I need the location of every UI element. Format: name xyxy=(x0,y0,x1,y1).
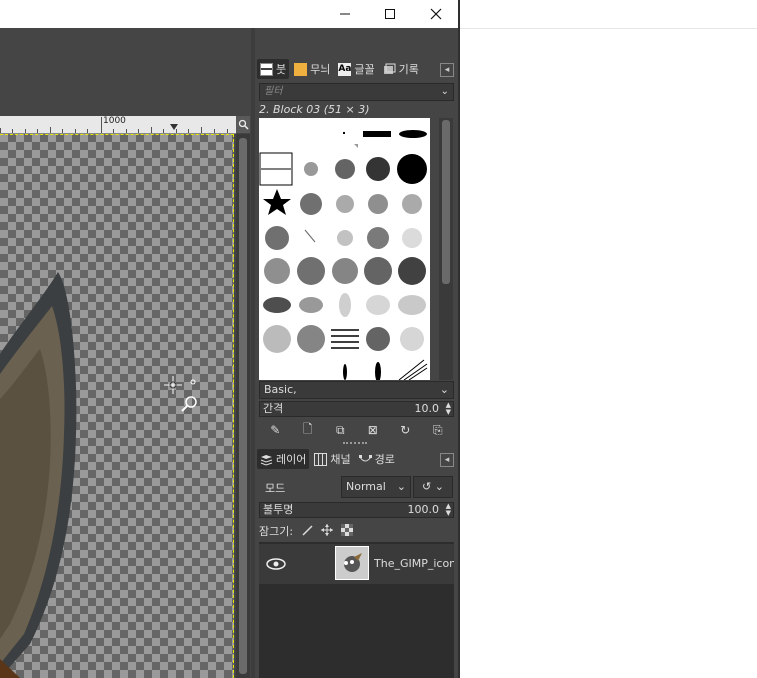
duplicate-brush-button[interactable]: ⧉ xyxy=(332,422,348,438)
layer-mode-select[interactable]: Normal ⌄ xyxy=(341,476,411,498)
open-as-image-icon: ⎘ xyxy=(432,422,443,437)
edit-icon: ✎ xyxy=(270,423,281,437)
minimize-icon xyxy=(340,13,350,15)
layers-dock-menu-button[interactable]: ◂ xyxy=(440,453,454,467)
eye-icon[interactable] xyxy=(265,554,286,574)
tab-paths[interactable]: 경로 xyxy=(356,449,398,469)
channels-tab-icon xyxy=(314,452,328,466)
chevron-down-icon: ⌄ xyxy=(440,86,449,97)
font-tab-icon: Aa xyxy=(338,62,352,76)
duplicate-icon: ⧉ xyxy=(335,422,345,437)
new-brush-button[interactable]: 🗋 xyxy=(300,422,316,438)
layer-thumbnail xyxy=(335,546,369,580)
opacity-spinner[interactable]: 불투명 100.0 ▲ ▼ xyxy=(259,502,454,518)
tab-channels[interactable]: 채널 xyxy=(311,449,353,469)
maximize-icon xyxy=(385,9,395,19)
tab-history[interactable]: 기록 xyxy=(380,59,422,79)
lock-position-icon[interactable] xyxy=(321,523,334,539)
spin-arrows-icon[interactable]: ▲ ▼ xyxy=(446,503,451,517)
mode-switch-button[interactable]: ↺ ⌄ xyxy=(413,476,453,498)
tab-brushes[interactable]: 붓 xyxy=(257,59,290,79)
edit-brush-button[interactable]: ✎ xyxy=(267,422,283,438)
refresh-icon: ↻ xyxy=(400,423,411,437)
refresh-brushes-button[interactable]: ↻ xyxy=(397,422,413,438)
layer-boundary-top xyxy=(0,134,234,135)
brush-filter-input[interactable]: 필터 ⌄ xyxy=(259,83,454,101)
tab-fonts[interactable]: Aa 글꼴 xyxy=(335,59,377,79)
brush-grid[interactable] xyxy=(259,118,430,380)
new-document-icon: 🗋 xyxy=(302,421,313,436)
layers-tab-icon xyxy=(260,453,273,466)
tab-patterns[interactable]: 무늬 xyxy=(291,59,333,79)
magnifier-icon xyxy=(238,119,249,130)
layers-tab-row: 레이어 채널 경로 xyxy=(257,448,398,470)
history-tab-icon xyxy=(383,63,396,76)
dock-panel: 붓 무늬 Aa 글꼴 기록 ◂ 필터 ⌄ 2. Block 03 (51 × 3… xyxy=(255,28,458,678)
minimize-button[interactable] xyxy=(322,0,368,28)
background-window xyxy=(460,0,757,678)
brushes-dock-menu-button[interactable]: ◂ xyxy=(440,63,454,77)
tag-selector[interactable]: Basic, ⌄ xyxy=(259,381,454,399)
layer-name: The_GIMP_icon xyxy=(374,557,454,570)
layer-boundary xyxy=(233,134,234,678)
title-bar xyxy=(0,0,460,28)
maximize-button[interactable] xyxy=(367,0,413,28)
close-icon xyxy=(430,8,442,20)
close-button[interactable] xyxy=(413,0,459,28)
horizontal-ruler[interactable]: 1000 xyxy=(0,116,236,134)
paths-tab-icon xyxy=(358,453,372,466)
lock-pixels-icon[interactable] xyxy=(301,524,313,539)
brushes-tab-row: 붓 무늬 Aa 글꼴 기록 xyxy=(257,58,422,80)
pointer-marker xyxy=(170,124,178,130)
layer-list[interactable]: The_GIMP_icon xyxy=(259,542,454,678)
navigate-button[interactable] xyxy=(236,116,250,133)
pattern-tab-icon xyxy=(294,62,308,76)
toolbar-area xyxy=(0,28,255,116)
layer-row[interactable]: The_GIMP_icon xyxy=(259,544,454,584)
reset-icon: ↺ ⌄ xyxy=(422,480,444,493)
gimp-window: 1000 붓 무늬 Aa 글꼴 기록 ◂ 필터 ⌄ 2. Block 03 (5… xyxy=(0,0,460,678)
open-brush-as-image-button[interactable]: ⎘ xyxy=(430,422,446,438)
brush-grid-scrollbar[interactable] xyxy=(439,118,453,380)
brush-actions-bar: ✎ 🗋 ⧉ ⊠ ↻ ⎘ xyxy=(259,420,454,440)
layer-mode-row: 모드 Normal ⌄ ↺ ⌄ xyxy=(259,474,454,500)
selected-brush-name: 2. Block 03 (51 × 3) xyxy=(259,103,370,116)
delete-brush-button[interactable]: ⊠ xyxy=(365,422,381,438)
lock-row: 잠그기: xyxy=(259,522,354,540)
tab-layers[interactable]: 레이어 xyxy=(257,449,310,469)
spin-arrows-icon[interactable]: ▲ ▼ xyxy=(446,402,451,416)
lock-alpha-icon[interactable] xyxy=(341,523,354,539)
vertical-scrollbar[interactable] xyxy=(236,134,250,678)
ruler-label: 1000 xyxy=(103,116,126,126)
canvas-area: 1000 xyxy=(0,28,255,678)
chevron-down-icon: ⌄ xyxy=(396,480,406,493)
brush-tab-icon xyxy=(260,62,273,76)
delete-icon: ⊠ xyxy=(367,423,378,437)
spacing-spinner[interactable]: 간격 10.0 ▲ ▼ xyxy=(259,401,454,417)
chevron-down-icon: ⌄ xyxy=(439,383,449,396)
zoom-cursor-icon xyxy=(164,376,197,412)
